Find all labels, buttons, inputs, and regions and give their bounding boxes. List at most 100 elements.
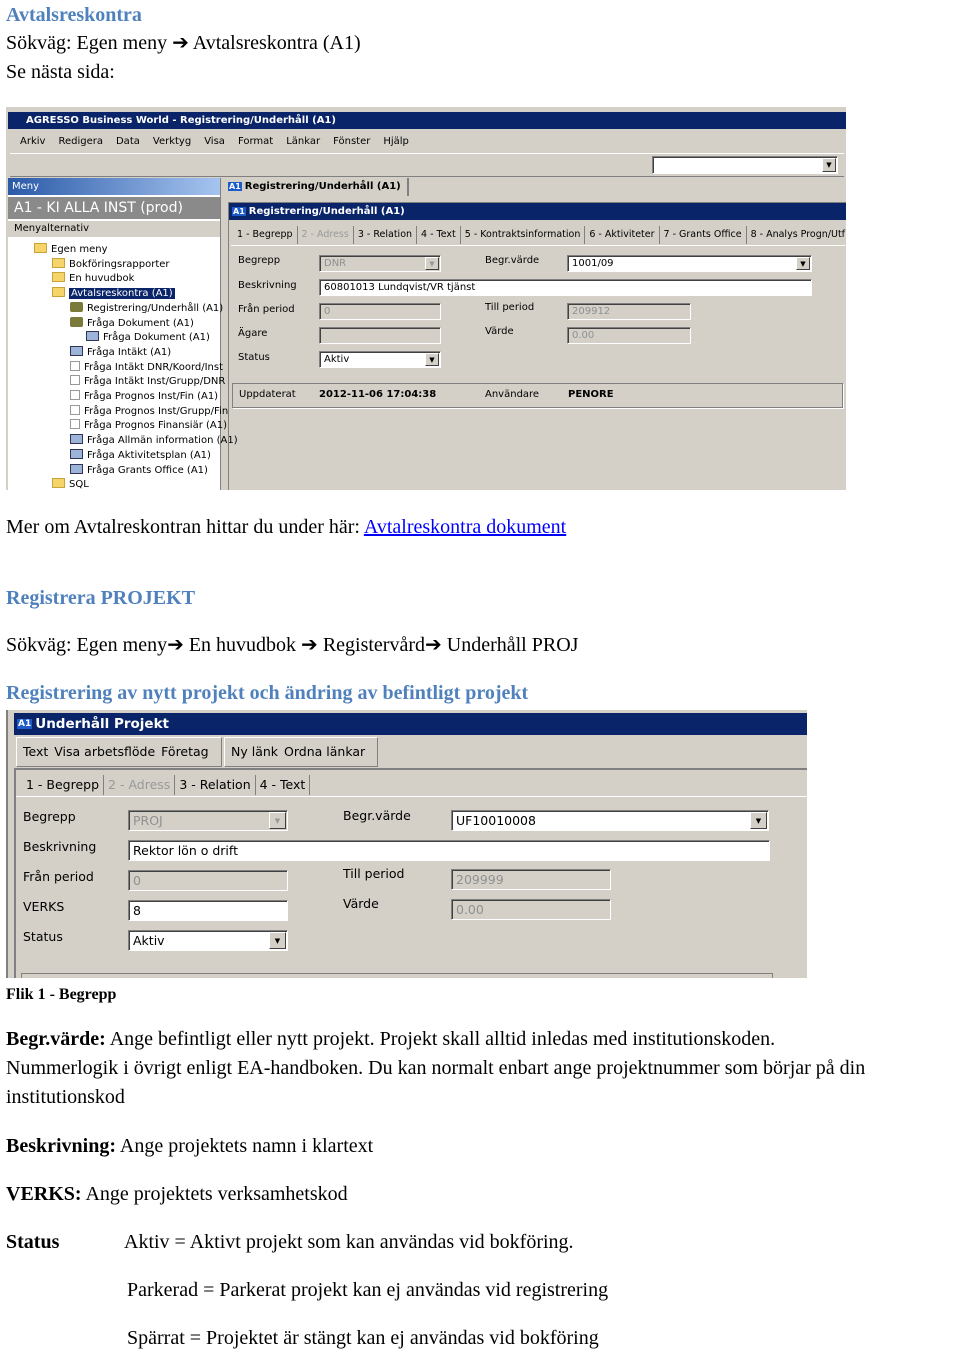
begr-varde-desc: Begr.värde: Ange befintligt eller nytt p… [6, 1028, 776, 1050]
toolbar-button[interactable]: Text [23, 744, 48, 759]
status-aktiv: Aktiv = Aktivt projekt som kan användas … [124, 1231, 574, 1253]
doc-tab[interactable]: A1 Registrering/Underhåll (A1) [226, 178, 409, 196]
status-select[interactable]: Aktiv ▼ [128, 930, 288, 951]
menu-item-4[interactable]: Visa [204, 136, 225, 147]
tab-7[interactable]: 8 - Analys Progn/Utf Pe [747, 226, 846, 244]
menu-item-6[interactable]: Länkar [286, 136, 320, 147]
tab-4[interactable]: 5 - Kontraktsinformation [461, 226, 586, 244]
agare-label: Ägare [238, 328, 268, 339]
toolbar-button[interactable]: Visa arbetsflöde [54, 744, 155, 759]
path-text: Sökväg: Egen meny➔ En huvudbok ➔ Registe… [6, 634, 579, 656]
tab-0[interactable]: 1 - Begrepp [22, 775, 105, 795]
varde-field[interactable]: 0.00 [567, 327, 691, 344]
tree-item-label: En huvudbok [69, 273, 135, 285]
tree-item[interactable]: Fråga Prognos Inst/Grupp/Fin [70, 404, 228, 417]
folder-icon [52, 257, 65, 268]
a1-icon: A1 [17, 719, 33, 729]
tab-2[interactable]: 3 - Relation [175, 775, 256, 795]
tree-item[interactable]: Avtalsreskontra (A1) [52, 287, 175, 300]
status-select[interactable]: Aktiv ▼ [319, 351, 441, 368]
tools-icon [70, 301, 83, 312]
tree-item[interactable]: Fråga Dokument (A1) [86, 331, 210, 343]
tree-item[interactable]: Egen meny [34, 243, 107, 255]
a1-icon: A1 [228, 182, 242, 191]
tree-item[interactable]: Fråga Dokument (A1) [70, 316, 194, 329]
beskrivning-field[interactable]: Rektor lön o drift [128, 840, 770, 861]
toolbar-button[interactable]: Företag [161, 744, 208, 759]
query-icon [70, 434, 83, 445]
toolbar-combo[interactable]: ▼ [652, 156, 838, 174]
menu-item-7[interactable]: Fönster [333, 136, 370, 147]
folder-open-icon [52, 287, 65, 298]
status-term: Status [6, 1231, 60, 1253]
tree-item[interactable]: Bokföringsrapporter [52, 257, 170, 270]
report-icon [70, 419, 80, 430]
tab-1[interactable]: 2 - Adress [104, 775, 176, 795]
tab-0[interactable]: 1 - Begrepp [233, 226, 298, 244]
uppdaterat-label: Uppdaterat [239, 389, 296, 400]
report-icon [70, 360, 80, 371]
verks-field[interactable]: 8 [128, 900, 288, 921]
tree-item[interactable]: En huvudbok [52, 272, 134, 284]
tab-strip: 1 - Begrepp 2 - Adress 3 - Relation 4 - Tex… [22, 775, 311, 795]
menu-item-0[interactable]: Arkiv [20, 136, 45, 147]
menu-panel: Meny A1 - KI ALLA INST (prod) Menyaltern… [8, 178, 238, 490]
tree-item-label: SQL [69, 479, 89, 490]
menu-item-1[interactable]: Redigera [58, 136, 103, 147]
tree-item[interactable]: SQL [52, 478, 89, 490]
tree-item[interactable]: Registrering/Underhåll (A1) [70, 301, 223, 314]
menu-item-5[interactable]: Format [238, 136, 273, 147]
tree-item[interactable]: Fråga Aktivitetsplan (A1) [70, 448, 211, 461]
begr-varde-desc-2: Nummerlogik i övrigt enligt EA-handboken… [6, 1057, 866, 1079]
menu-item-3[interactable]: Verktyg [153, 136, 191, 147]
varde-label: Värde [485, 326, 514, 337]
report-icon [70, 404, 80, 415]
begr-varde-field[interactable]: UF10010008 ▼ [451, 810, 769, 831]
tree-item[interactable]: Fråga Intäkt Inst/Grupp/DNR [70, 375, 225, 387]
underhall-projekt-screenshot: A1 Underhåll Projekt Text Visa arbetsflöde… [6, 710, 807, 978]
doc-tab-label: Registrering/Underhåll (A1) [244, 181, 401, 192]
agare-field[interactable] [319, 327, 441, 344]
tree-item[interactable]: Fråga Intäkt (A1) [70, 345, 171, 358]
uppdaterat-value: 2012-11-06 17:04:38 [319, 389, 437, 400]
agresso-screenshot: AGRESSO Business World - Registrering/Un… [6, 107, 846, 490]
tab-6[interactable]: 7 - Grants Office [660, 226, 747, 244]
tree-item[interactable]: Fråga Allmän information (A1) [70, 434, 238, 446]
begrepp-field[interactable]: PROJ ▼ [128, 810, 288, 831]
tree-item[interactable]: Fråga Prognos Inst/Fin (A1) [70, 390, 218, 402]
tab-1[interactable]: 2 - Adress [298, 226, 354, 244]
anvandare-label: Användare [485, 389, 540, 400]
status-sparrat: Spärrat = Projektet är stängt kan ej anv… [127, 1327, 599, 1349]
tab-strip: 1 - Begrepp 2 - Adress 3 - Relation 4 - Tex… [233, 226, 846, 244]
tree-item[interactable]: Fråga Prognos Finansiär (A1) [70, 419, 227, 431]
report-icon [70, 375, 80, 386]
avtalreskontra-link[interactable]: Avtalreskontra dokument [364, 516, 566, 538]
toolbar-button[interactable]: Ny länk [231, 744, 278, 759]
tab-5[interactable]: 6 - Aktiviteter [585, 226, 660, 244]
varde-field[interactable]: 0.00 [451, 899, 611, 920]
tab-3[interactable]: 4 - Text [417, 226, 461, 244]
verks-label: VERKS [23, 899, 65, 914]
title-bar: A1 Underhåll Projekt [14, 713, 807, 735]
menu-item-8[interactable]: Hjälp [383, 136, 409, 147]
fran-period-field[interactable]: 0 [319, 303, 441, 320]
tab-3[interactable]: 4 - Text [256, 775, 311, 795]
tree-item-label: Bokföringsrapporter [69, 258, 170, 270]
menu-item-2[interactable]: Data [116, 136, 140, 147]
till-period-label: Till period [485, 302, 535, 313]
menu-bar: Arkiv Redigera Data Verktyg Visa Format Länkar… [20, 132, 422, 152]
tab-2[interactable]: 3 - Relation [354, 226, 418, 244]
window-title: AGRESSO Business World - Registrering/Un… [26, 115, 336, 126]
till-period-field[interactable]: 209912 [567, 303, 691, 320]
beskrivning-field[interactable]: 60801013 Lundqvist/VR tjänst [319, 279, 812, 296]
fran-period-field[interactable]: 0 [128, 870, 288, 891]
begr-varde-field[interactable]: 1001/09 ▼ [567, 255, 812, 272]
tree-item-label: Fråga Dokument (A1) [103, 332, 210, 344]
toolbar-button[interactable]: Ordna länkar [284, 744, 365, 759]
tree-item[interactable]: Fråga Grants Office (A1) [70, 463, 208, 476]
title-bar: AGRESSO Business World - Registrering/Un… [8, 112, 846, 129]
tree-item[interactable]: Fråga Intäkt DNR/Koord/Inst [70, 360, 223, 373]
query-icon [86, 331, 99, 342]
till-period-field[interactable]: 209999 [451, 869, 611, 890]
begrepp-field[interactable]: DNR ▼ [319, 255, 441, 272]
